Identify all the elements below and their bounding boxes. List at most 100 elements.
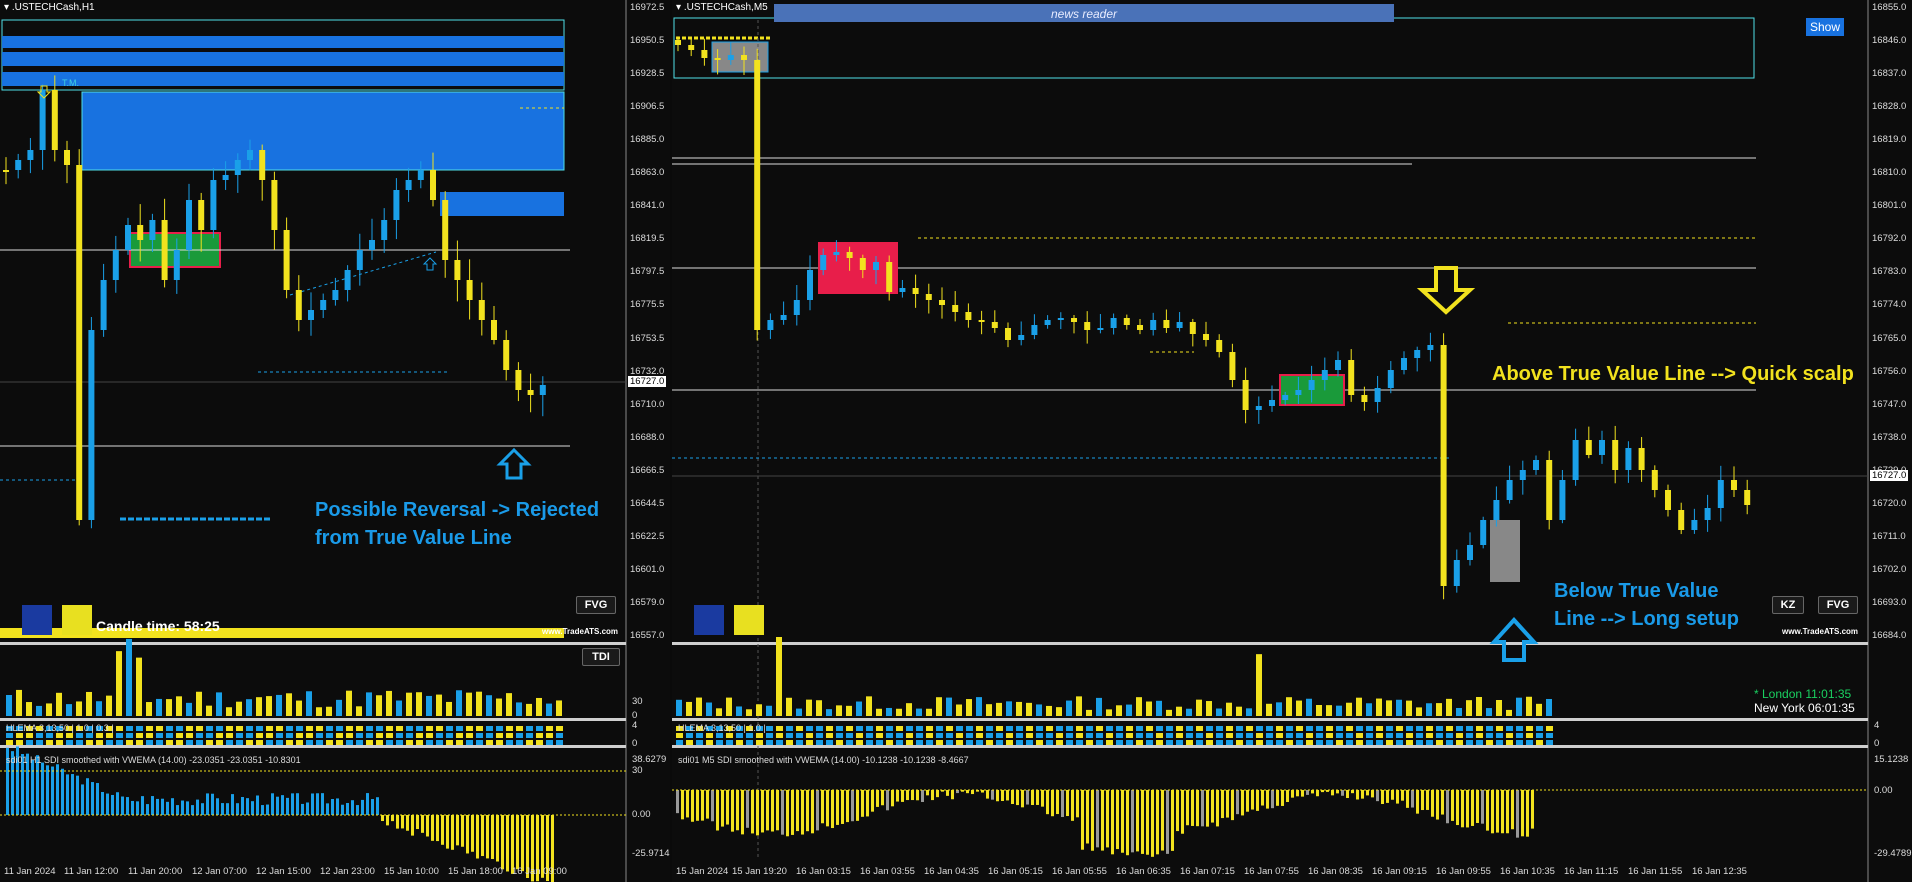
sdi-bar (456, 815, 459, 846)
left-chart-canvas[interactable]: 3004038.6279300.00-25.9714 (0, 0, 670, 882)
hlema-cell (256, 733, 263, 738)
candle-body (1269, 400, 1275, 406)
hlema-cell (1266, 740, 1273, 745)
sdi-bar (176, 805, 179, 815)
sdi-bar (1316, 790, 1319, 797)
hlema-cell (1376, 740, 1383, 745)
hlema-cell (1066, 740, 1073, 745)
date-tick-label: 16 Jan 04:35 (924, 866, 979, 877)
volume-bar (136, 657, 142, 716)
price-tick-label: 16801.0 (1872, 200, 1907, 212)
volume-bar (1176, 706, 1182, 716)
sdi-bar (61, 768, 64, 815)
volume-bar (1276, 702, 1282, 716)
hlema-cell (926, 726, 933, 731)
candle-body (1005, 328, 1011, 340)
sdi-bar (1526, 790, 1529, 837)
volume-bar (966, 699, 972, 716)
volume-bar (746, 709, 752, 716)
hlema-cell (886, 733, 893, 738)
candle-body (3, 170, 9, 172)
hlema-cell (26, 740, 33, 745)
right-annotation-bottom: Below True Value Line --> Long setup (1554, 580, 1739, 630)
date-tick-label: 16 Jan 08:35 (1308, 866, 1363, 877)
volume-bar (1216, 708, 1222, 716)
candle-body (780, 315, 787, 320)
hlema-cell (1246, 733, 1253, 738)
hlema-cell (336, 740, 343, 745)
kz-button[interactable]: KZ (1772, 596, 1804, 614)
show-button[interactable]: Show (1806, 18, 1844, 36)
sdi-bar (881, 790, 884, 806)
hlema-cell (506, 733, 513, 738)
sdi-bar (211, 793, 214, 815)
right-crosshair-tool-icon[interactable] (694, 605, 724, 635)
sdi-bar (1346, 790, 1349, 799)
sdi-bar (1396, 790, 1399, 804)
sdi-bar (1431, 790, 1434, 817)
date-tick-label: 16 Jan 07:55 (1244, 866, 1299, 877)
hlema-cell (486, 733, 493, 738)
hlema-cell (1206, 726, 1213, 731)
hlema-cell (1366, 740, 1373, 745)
price-tick-label: 16710.0 (630, 398, 665, 410)
volume-bar (1356, 697, 1362, 716)
candle-body (846, 252, 853, 258)
sdi-bar (701, 790, 704, 821)
volume-bar (376, 695, 382, 716)
hlema-cell (346, 726, 353, 731)
sdi-bar (156, 798, 159, 815)
sdi-bar (71, 774, 74, 815)
hlema-cell (786, 740, 793, 745)
hlema-cell (116, 740, 123, 745)
crosshair-tool-icon[interactable] (22, 605, 52, 635)
hlema-cell (456, 726, 463, 731)
volume-bar (716, 708, 722, 716)
sdi-bar (1296, 790, 1299, 797)
candle-body (1203, 334, 1209, 340)
volume-bar (226, 707, 232, 716)
volume-bar (926, 708, 932, 716)
hlema-cell (266, 740, 273, 745)
sdi-bar (506, 815, 509, 872)
hlema-cell (376, 726, 383, 731)
news-reader-bar[interactable]: news reader (774, 4, 1394, 22)
sdi-bar (106, 793, 109, 815)
right-fvg-button[interactable]: FVG (1818, 596, 1858, 614)
volume-bar (1026, 702, 1032, 716)
sdi-bar (796, 790, 799, 832)
hlema-cell (1536, 733, 1543, 738)
volume-bar (156, 698, 162, 716)
hlema-cell (166, 733, 173, 738)
left-fvg-button[interactable]: FVG (576, 596, 616, 614)
right-chart-canvas[interactable]: 4 0 15.1238 0.00 -29.4789 (672, 0, 1912, 882)
volume-bar (146, 702, 152, 716)
indicator-tick-label: 30 (632, 696, 643, 707)
sdi-bar (31, 759, 34, 815)
newyork-clock: New York 06:01:35 (1754, 701, 1855, 715)
candle-body (320, 300, 327, 310)
hlema-cell (186, 740, 193, 745)
date-tick-label: 16 Jan 07:15 (1180, 866, 1235, 877)
hlema-cell (506, 726, 513, 731)
hlema-cell (1396, 740, 1403, 745)
price-tick-label: 16765.0 (1872, 332, 1907, 344)
sdi-bar (1061, 790, 1064, 818)
tdi-button[interactable]: TDI (582, 648, 620, 666)
hlema-cell (1076, 740, 1083, 745)
link-tool-icon[interactable] (62, 605, 92, 635)
hlema-cell (996, 726, 1003, 731)
volume-bar (1256, 654, 1262, 716)
hlema-cell (1416, 740, 1423, 745)
right-chart-window[interactable]: 4 0 15.1238 0.00 -29.4789 ▾ .USTECHCash,M5 1… (672, 0, 1912, 882)
sdi-bar (201, 803, 204, 815)
hlema-cell (1286, 740, 1293, 745)
left-chart-window[interactable]: 30 0 4 0 38.6279 30 0.00 -25.9714 ▾ .USTECHCash… (0, 0, 670, 882)
right-link-tool-icon[interactable] (734, 605, 764, 635)
hlema-cell (1326, 733, 1333, 738)
sdi-bar (296, 793, 299, 815)
volume-bar (976, 697, 982, 716)
volume-bar (936, 697, 942, 716)
candle-body (247, 150, 253, 160)
candle-body (1255, 406, 1262, 410)
